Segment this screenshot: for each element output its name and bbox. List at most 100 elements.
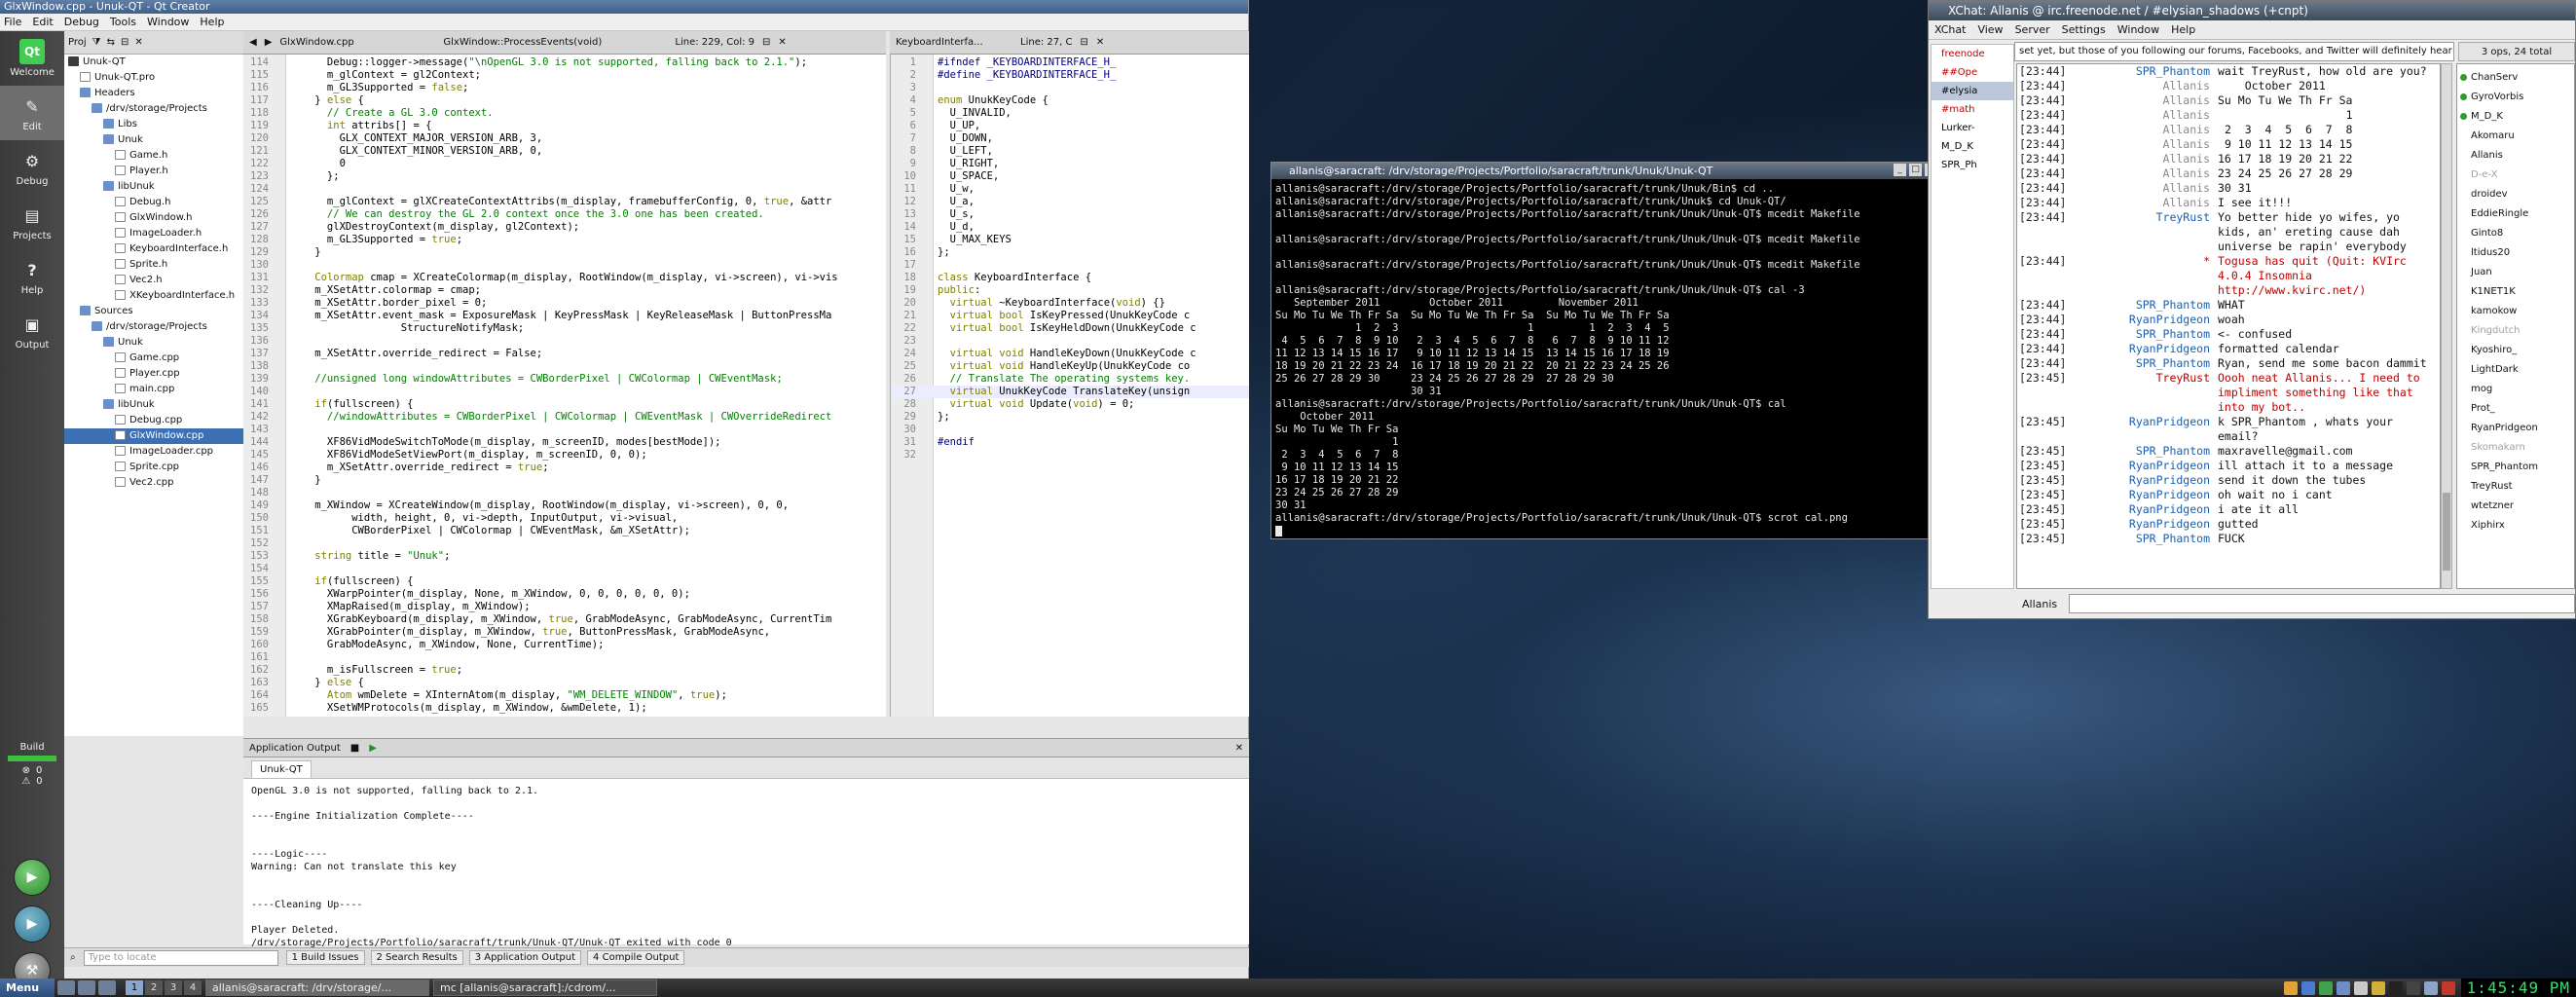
tree-item[interactable]: Sprite.h: [64, 257, 243, 273]
close-icon[interactable]: ✕: [1235, 743, 1243, 754]
fold-marker[interactable]: [920, 398, 934, 411]
message-nick[interactable]: Allanis: [2081, 79, 2218, 93]
fold-marker[interactable]: [273, 158, 286, 170]
message-nick[interactable]: RyanPridgeon: [2081, 473, 2218, 488]
fold-marker[interactable]: [273, 373, 286, 386]
user-item[interactable]: TreyRust: [2457, 477, 2574, 497]
file-selector[interactable]: KeyboardInterfa...: [896, 37, 1012, 48]
tray-icon[interactable]: [2300, 980, 2315, 995]
tray-icon[interactable]: [2406, 980, 2420, 995]
message-nick[interactable]: SPR_Phantom: [2081, 444, 2218, 459]
message-nick[interactable]: Allanis: [2081, 93, 2218, 108]
fold-marker[interactable]: [273, 601, 286, 613]
user-item[interactable]: Juan: [2457, 263, 2574, 282]
fold-marker[interactable]: [273, 499, 286, 512]
symbol-selector[interactable]: GlxWindow::ProcessEvents(void): [443, 37, 667, 48]
message-nick[interactable]: Allanis: [2081, 137, 2218, 152]
output-pane-button[interactable]: 4 Compile Output: [587, 950, 685, 965]
fold-marker[interactable]: [920, 424, 934, 436]
user-item[interactable]: Kyoshiro_: [2457, 341, 2574, 360]
fold-marker[interactable]: [273, 272, 286, 284]
fold-marker[interactable]: [273, 196, 286, 208]
user-item[interactable]: LightDark: [2457, 360, 2574, 380]
output-pane-button[interactable]: 3 Application Output: [468, 950, 582, 965]
message-nick[interactable]: SPR_Phantom: [2081, 327, 2218, 342]
message-nick[interactable]: RyanPridgeon: [2081, 415, 2218, 444]
fold-marker[interactable]: [920, 132, 934, 145]
mode-debug[interactable]: ⚙ Debug: [0, 140, 64, 195]
fold-marker[interactable]: [273, 259, 286, 272]
filter-icon[interactable]: ⧩: [92, 37, 101, 48]
fold-marker[interactable]: [920, 145, 934, 158]
fold-marker[interactable]: [273, 474, 286, 487]
fold-marker[interactable]: [273, 208, 286, 221]
fold-marker[interactable]: [273, 651, 286, 664]
menu-debug[interactable]: Debug: [64, 16, 99, 28]
message-nick[interactable]: SPR_Phantom: [2081, 356, 2218, 371]
chat-scrollbar[interactable]: [2441, 63, 2452, 589]
user-item[interactable]: EddieRingle: [2457, 204, 2574, 224]
mode-output[interactable]: ▣ Output: [0, 304, 64, 358]
message-nick[interactable]: SPR_Phantom: [2081, 298, 2218, 313]
fold-marker[interactable]: [920, 94, 934, 107]
fold-marker[interactable]: [273, 436, 286, 449]
channel-item[interactable]: SPR_Ph: [1932, 156, 2013, 174]
tray-icon[interactable]: [2283, 980, 2298, 995]
mode-projects[interactable]: ▤ Projects: [0, 195, 64, 249]
fold-marker[interactable]: [920, 120, 934, 132]
desktop-switcher-3[interactable]: 3: [165, 980, 182, 995]
minimize-icon[interactable]: _: [1894, 164, 1906, 176]
fold-marker[interactable]: [273, 487, 286, 499]
fold-marker[interactable]: [920, 208, 934, 221]
fold-marker[interactable]: [920, 284, 934, 297]
message-nick[interactable]: RyanPridgeon: [2081, 502, 2218, 517]
fold-marker[interactable]: [273, 322, 286, 335]
message-nick[interactable]: Allanis: [2081, 152, 2218, 166]
tree-item[interactable]: main.cpp: [64, 382, 243, 397]
tree-item[interactable]: Vec2.h: [64, 273, 243, 288]
menu-window[interactable]: Window: [147, 16, 189, 28]
message-nick[interactable]: RyanPridgeon: [2081, 488, 2218, 502]
fold-marker[interactable]: [273, 639, 286, 651]
tray-icon[interactable]: [2353, 980, 2368, 995]
fold-marker[interactable]: [273, 512, 286, 525]
menu-window[interactable]: Window: [2117, 23, 2159, 36]
fold-marker[interactable]: [273, 246, 286, 259]
close-icon[interactable]: ✕: [1096, 37, 1104, 48]
user-item[interactable]: wtetzner: [2457, 497, 2574, 516]
tree-item[interactable]: Sources: [64, 304, 243, 319]
tree-item[interactable]: Game.h: [64, 148, 243, 164]
desktop-switcher-4[interactable]: 4: [184, 980, 202, 995]
user-item[interactable]: M_D_K: [2457, 107, 2574, 127]
nav-forward-icon[interactable]: ▶: [265, 37, 273, 48]
tree-item[interactable]: Game.cpp: [64, 351, 243, 366]
user-item[interactable]: ChanServ: [2457, 68, 2574, 88]
locator-input[interactable]: Type to locate: [83, 949, 278, 966]
fold-marker[interactable]: [273, 424, 286, 436]
fold-marker[interactable]: [273, 449, 286, 462]
terminal-window[interactable]: allanis@saracraft: /drv/storage/Projects…: [1270, 162, 1942, 539]
desktop-switcher-1[interactable]: 1: [126, 980, 143, 995]
fold-marker[interactable]: [273, 170, 286, 183]
run-button[interactable]: ▶: [14, 859, 51, 896]
taskbar-item[interactable]: mc [allanis@saracraft]:/cdrom/...: [433, 979, 657, 996]
desktop-switcher-2[interactable]: 2: [145, 980, 163, 995]
user-item[interactable]: SPR_Phantom: [2457, 458, 2574, 477]
menu-tools[interactable]: Tools: [110, 16, 136, 28]
message-nick[interactable]: Allanis: [2081, 166, 2218, 181]
message-nick[interactable]: Allanis: [2081, 196, 2218, 210]
user-item[interactable]: Ginto8: [2457, 224, 2574, 243]
fold-marker[interactable]: [273, 234, 286, 246]
fold-marker[interactable]: [920, 411, 934, 424]
tree-item[interactable]: Debug.cpp: [64, 413, 243, 428]
mode-help[interactable]: ? Help: [0, 249, 64, 304]
show-desktop-icon[interactable]: [57, 980, 75, 995]
fold-marker[interactable]: [273, 702, 286, 715]
fold-marker[interactable]: [920, 436, 934, 449]
nav-back-icon[interactable]: ◀: [249, 37, 257, 48]
message-nick[interactable]: *: [2081, 254, 2218, 298]
tray-icon[interactable]: [2423, 980, 2438, 995]
message-nick[interactable]: TreyRust: [2081, 210, 2218, 254]
fold-marker[interactable]: [273, 183, 286, 196]
tree-item[interactable]: Debug.h: [64, 195, 243, 210]
